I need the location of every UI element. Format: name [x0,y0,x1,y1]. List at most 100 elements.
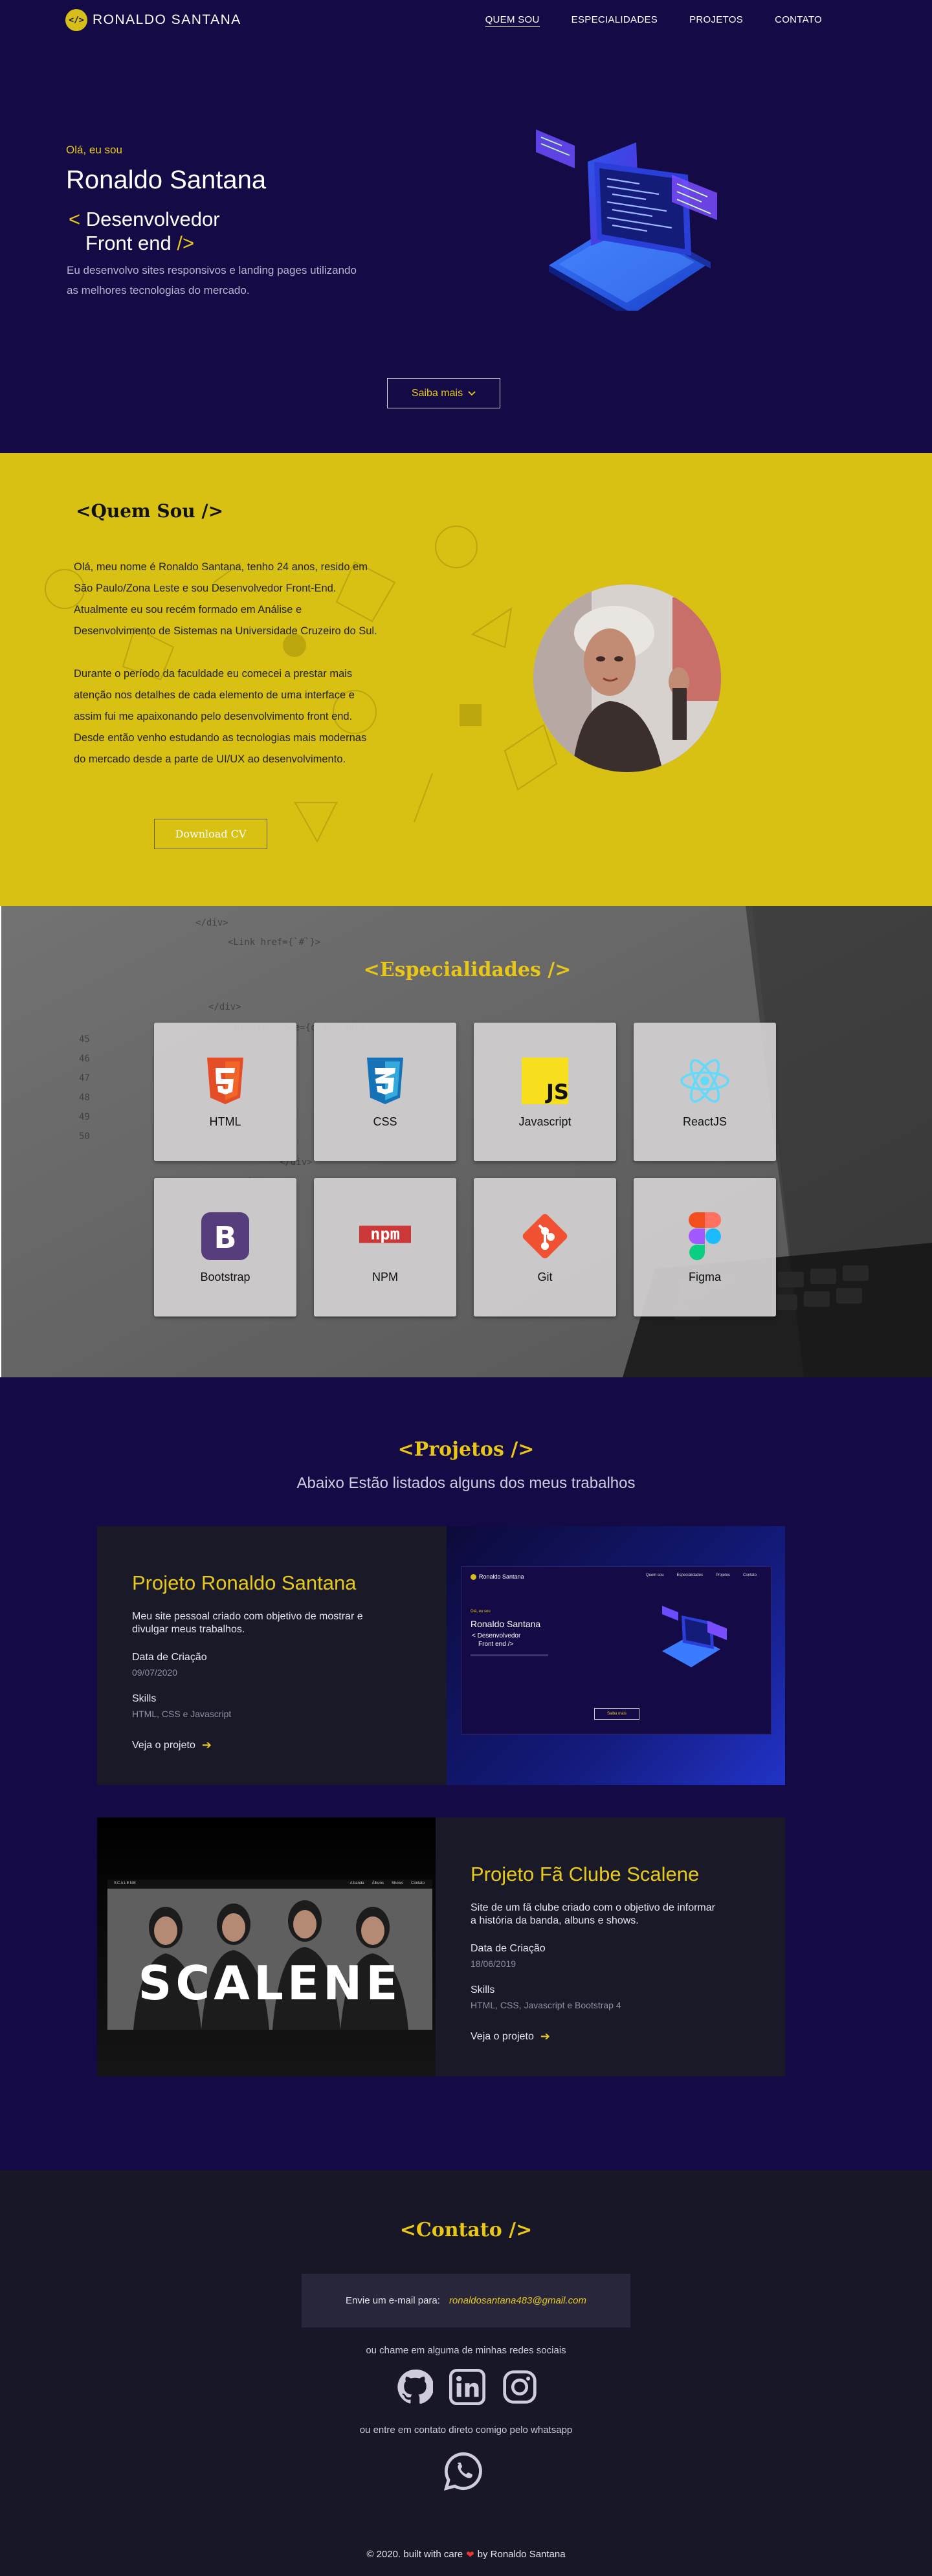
hero-section: </> RONALDO SANTANA QUEM SOU ESPECIALIDA… [0,0,932,453]
logo[interactable]: </> RONALDO SANTANA [65,9,241,31]
html5-icon [199,1056,251,1106]
profile-photo [533,584,721,772]
svg-text:B: B [214,1220,236,1255]
css3-icon [359,1056,411,1106]
project-date: 09/07/2020 [132,1667,178,1678]
about-paragraph-1: Olá, meu nome é Ronaldo Santana, tenho 2… [74,561,377,637]
project-screenshot[interactable]: Ronaldo Santana Quem sou Especialidades … [447,1526,785,1785]
skills-section: </div> <Link href={`#`}> </div> preview co… [0,906,932,1377]
mini-site-preview: Ronaldo Santana Quem sou Especialidades … [461,1566,771,1735]
email-box: Envie um e-mail para: ronaldosantana483@… [302,2274,630,2327]
project-screenshot[interactable]: SCALENE A banda Álbuns Shows Contato SCA… [97,1817,436,2076]
email-label: Envie um e-mail para: [346,2295,440,2306]
project-description: Meu site pessoal criado com objetivo de … [132,1611,363,1635]
nav-link-projetos[interactable]: PROJETOS [689,14,743,27]
mini-button: Saiba mais [594,1708,639,1720]
javascript-icon: JS [519,1056,571,1106]
skill-card-figma[interactable]: Figma [634,1178,776,1316]
project-link[interactable]: Veja o projeto ➔ [132,1738,212,1752]
mini-role-2: Front end /> [478,1641,514,1648]
mini-laptop-illustration [662,1606,727,1667]
nav-link-quem-sou[interactable]: QUEM SOU [485,14,540,27]
role-open-bracket: < [69,208,81,230]
svg-text:</div>: </div> [195,918,228,928]
download-cv-button[interactable]: Download CV [154,819,267,849]
mini-band-nav: SCALENE A banda Álbuns Shows Contato [107,1880,432,1889]
arrow-right-icon: ➔ [201,1738,212,1751]
project-skills: HTML, CSS e Javascript [132,1709,232,1719]
mini-nav-item: Especialidades [676,1573,703,1577]
about-title: <Quem Sou /> [76,500,224,522]
code-icon: </> [65,9,87,31]
mini-logo-badge [471,1573,476,1580]
email-link[interactable]: ronaldosantana483@gmail.com [449,2295,586,2306]
project-description: Site de um fã clube criado com o objetiv… [471,1902,715,1926]
footer-text-before: © 2020. built with care [366,2549,463,2560]
skill-name: Bootstrap [200,1270,250,1283]
skill-card-reactjs[interactable]: ReactJS [634,1023,776,1161]
role-line-2: Front end [85,232,172,254]
project-link[interactable]: Veja o projeto ➔ [471,2030,550,2043]
linkedin-icon[interactable] [449,2368,485,2405]
mini-band-logo: SCALENE [114,1882,137,1885]
skill-name: ReactJS [682,1115,727,1128]
skill-card-bootstrap[interactable]: B Bootstrap [154,1178,296,1316]
skill-name: Figma [688,1270,721,1283]
social-note: ou chame em alguma de minhas redes socia… [366,2345,566,2356]
saiba-mais-button[interactable]: Saiba mais [387,378,500,408]
skill-card-javascript[interactable]: JS Javascript [474,1023,616,1161]
mini-nav-item: Quem sou [645,1573,664,1577]
nav-link-especialidades[interactable]: ESPECIALIDADES [571,14,658,27]
skill-card-git[interactable]: Git [474,1178,616,1316]
project-name: Projeto Fã Clube Scalene [471,1863,700,1885]
skill-name: HTML [209,1115,241,1128]
project-skills-label: Skills [471,1984,495,1995]
project-name: Projeto Ronaldo Santana [132,1571,357,1594]
mini-nav: Quem sou Especialidades Projetos Contato [646,1573,757,1577]
footer-text-after: by Ronaldo Santana [477,2549,566,2560]
skill-name: CSS [373,1115,397,1128]
mini-nav-item: Projetos [715,1573,730,1577]
bootstrap-icon: B [199,1211,251,1261]
svg-text:50: 50 [79,1131,90,1142]
svg-text:46: 46 [79,1054,90,1064]
role-line-1: Desenvolvedor [85,208,220,230]
skills-title: <Especialidades /> [363,959,571,981]
skill-name: NPM [372,1270,398,1283]
mini-desc-line [471,1654,548,1656]
mini-band-preview: SCALENE A banda Álbuns Shows Contato SCA… [107,1880,432,2030]
mini-band-nav-items: A banda Álbuns Shows Contato [350,1882,425,1885]
project-date-label: Data de Criação [132,1652,207,1663]
project-info: Projeto Fã Clube Scalene Site de um fã c… [436,1817,785,2076]
social-links [396,2368,538,2405]
whatsapp-icon[interactable] [443,2450,484,2492]
projects-title: <Projetos /> [397,1438,535,1461]
project-skills: HTML, CSS, Javascript e Bootstrap 4 [471,2000,621,2010]
profile-photo-image [533,584,721,772]
arrow-right-icon: ➔ [540,2030,550,2043]
mini-kicker: Olá, eu sou [471,1610,491,1614]
mini-logo: Ronaldo Santana [471,1573,524,1580]
svg-text:49: 49 [79,1112,90,1122]
contact-title: <Contato /> [399,2219,533,2241]
skill-card-html[interactable]: HTML [154,1023,296,1161]
hero-description: Eu desenvolvo sites responsivos e landin… [67,264,357,296]
band-name: SCALENE [138,1956,402,2010]
github-icon[interactable] [396,2368,433,2405]
skill-card-npm[interactable]: npm NPM [314,1178,456,1316]
projects-subtitle: Abaixo Estão listados alguns dos meus tr… [296,1474,636,1492]
laptop-illustration [536,129,717,311]
svg-text:47: 47 [79,1073,90,1083]
mini-nav-item: Contato [742,1573,757,1577]
svg-text:JS: JS [545,1080,568,1104]
skill-card-css[interactable]: CSS [314,1023,456,1161]
logo-text: RONALDO SANTANA [93,12,241,27]
project-link-label: Veja o projeto [471,2030,534,2042]
mini-band-nav-item: Álbuns [372,1882,384,1885]
contact-section: <Contato /> Envie um e-mail para: ronald… [0,2170,932,2533]
projects-section: <Projetos /> Abaixo Estão listados algun… [0,1377,932,2170]
nav-link-contato[interactable]: CONTATO [775,14,822,27]
saiba-mais-label: Saiba mais [411,387,463,399]
instagram-icon[interactable] [501,2368,538,2405]
about-paragraph-2: Durante o período da faculdade eu comece… [74,668,367,765]
